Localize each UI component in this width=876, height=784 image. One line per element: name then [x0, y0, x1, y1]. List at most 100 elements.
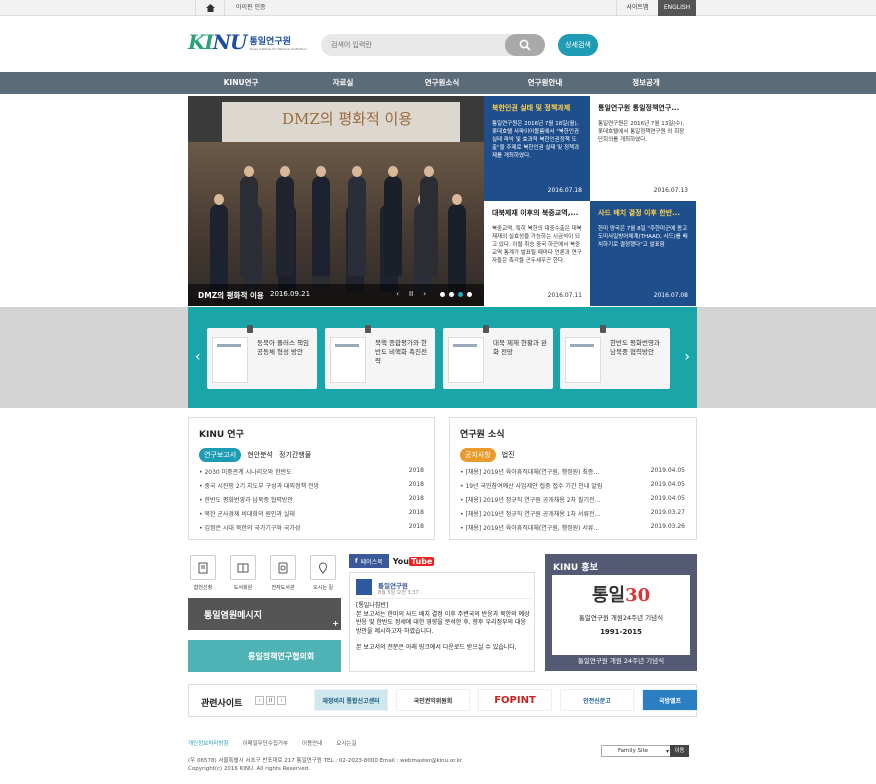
unification-message-banner[interactable]: 통일염원메시지 +: [188, 598, 341, 630]
list-item-date: 2018: [408, 523, 424, 530]
tab-bids[interactable]: 법진: [502, 450, 515, 460]
footer-address: (우 06578) 서울특별시 서초구 반포대로 217 통일연구원 TEL :…: [188, 758, 463, 772]
tab-youtube[interactable]: You Tube: [393, 556, 435, 566]
list-item[interactable]: • [채용] 2019년 정규직 연구원 공개채용 2차 필기전... 2019.…: [460, 495, 685, 509]
carousel-next-icon[interactable]: ›: [684, 349, 690, 365]
tile-title: 사드 배치 결정 이후 한반...: [598, 209, 681, 217]
list-item[interactable]: • [채용] 2019년 육아휴직대체(연구원, 행정원) 최종... 2019.…: [460, 467, 685, 481]
facebook-icon: f: [355, 557, 358, 565]
list-item[interactable]: • 북한 군사경제 비대화의 원인과 실태 2018: [199, 509, 424, 523]
list-item-date: 2019.03.26: [650, 523, 685, 530]
sitemap-link[interactable]: 사이트맵: [616, 0, 658, 16]
family-site-select[interactable]: Family Site: [601, 745, 673, 757]
search-button[interactable]: [505, 34, 545, 56]
english-link[interactable]: ENGLISH: [658, 0, 696, 16]
tab-issue-analysis[interactable]: 현안분석: [247, 450, 273, 460]
nav-library[interactable]: 자료실: [293, 72, 393, 94]
quick-link[interactable]: 도서회원: [228, 555, 258, 591]
publication-card[interactable]: 한반도 평화번영과 남북중 협력방안: [560, 325, 670, 389]
related-site-logo[interactable]: 안전신문고: [560, 689, 634, 711]
news-tile[interactable]: 통일연구원 통일정책연구... 통일연구원은 2016년 7월 13일(수), …: [590, 96, 696, 201]
tab-reports[interactable]: 연구보고서: [199, 448, 242, 462]
related-site-logo[interactable]: 국방엘프: [642, 689, 698, 711]
hero-slider[interactable]: DMZ의 평화적 이용 DMZ의 평화적 이용 2016.09.21 ‹ II …: [188, 96, 484, 306]
quick-link[interactable]: 합천신청: [188, 555, 218, 591]
tab-facebook[interactable]: f 페이스북: [349, 554, 389, 568]
search-input[interactable]: [321, 34, 511, 56]
tab-periodicals[interactable]: 정기간행물: [279, 450, 311, 460]
policy-council-banner[interactable]: 통일정책연구협의회: [188, 640, 341, 672]
footer-link-guide[interactable]: 이용안내: [302, 739, 322, 747]
site-logo[interactable]: KINU 통일연구원 Korea Institute for National …: [188, 30, 307, 54]
nav-about[interactable]: 연구원안내: [495, 72, 595, 94]
footer-link-directions[interactable]: 오시는길: [336, 739, 356, 747]
tile-title: 북한인권 실태 및 정책과제: [492, 104, 571, 112]
list-item[interactable]: • [채용] 2019년 육아휴직대체(연구원, 행정원) 서류... 2019.…: [460, 523, 685, 537]
publication-card[interactable]: 동북아 플러스 책임공동체 형성 방안: [207, 325, 317, 389]
photo-figure: [384, 166, 402, 276]
publication-title: 동북아 플러스 책임공동체 형성 방안: [257, 339, 309, 356]
publication-title: 대북 제재 현황과 완화 전망: [493, 339, 548, 356]
hero-caption-title[interactable]: DMZ의 평화적 이용: [198, 290, 264, 301]
avatar[interactable]: [356, 579, 372, 595]
nav-disclosure[interactable]: 정보공개: [596, 72, 696, 94]
nav-news[interactable]: 연구원소식: [392, 72, 492, 94]
hero-pager-dot[interactable]: [449, 291, 454, 297]
related-site-logo[interactable]: 재정비리 통합신고센터: [314, 689, 388, 711]
hero-pause-button[interactable]: II: [409, 290, 413, 298]
promo-image: 통일30 통일연구원 개원24주년 기념식 1991-2015: [552, 575, 690, 655]
footer-link-privacy[interactable]: 개인정보처리방침: [188, 739, 228, 747]
related-site-logo[interactable]: 국민권익위원회: [396, 689, 470, 711]
related-prev-button[interactable]: ‹: [255, 696, 264, 705]
footer-link-email[interactable]: 이메일무단수집거부: [242, 739, 288, 747]
list-item[interactable]: • [채용] 2019년 정규직 연구원 공개채용 1차 서류전... 2019.…: [460, 509, 685, 523]
list-item-title: • 중국 시진핑 2기 지도부 구성과 대외정책 전망: [199, 483, 320, 490]
list-item-date: 2019.04.05: [650, 481, 685, 488]
hero-prev-button[interactable]: ‹: [396, 290, 399, 298]
hero-pager-dot[interactable]: [467, 291, 472, 297]
list-item[interactable]: • 한반도 평화번영과 남북중 협력방안 2018: [199, 495, 424, 509]
book-cover: [565, 337, 601, 383]
logo-name: 통일연구원: [249, 36, 291, 47]
ipin-login-link[interactable]: 아이핀 인증: [228, 0, 274, 16]
photo-figure: [276, 166, 294, 276]
list-item[interactable]: • 2030 미중관계 시나리오와 한반도 2018: [199, 467, 424, 481]
news-tile[interactable]: 사드 배치 결정 이후 한반... 한미 양국은 7월 8일 "주한미군에 종고…: [590, 201, 696, 306]
list-item-title: • [채용] 2019년 정규직 연구원 공개채용 2차 필기전...: [460, 497, 601, 504]
list-item[interactable]: • 19년 국민참여예산 사업제안 접중 접수 기간 안내 알림 2019.04.…: [460, 481, 685, 495]
publication-card[interactable]: 대북 제재 현황과 완화 전망: [443, 325, 553, 389]
hero-pager-dot[interactable]: [440, 291, 445, 297]
hero-next-button[interactable]: ›: [423, 290, 426, 298]
list-item-title: • [채용] 2019년 육아휴직대체(연구원, 행정원) 최종...: [460, 469, 600, 476]
map-icon: [310, 555, 336, 580]
list-item-title: • [채용] 2019년 정규직 연구원 공개채용 1차 서류전...: [460, 511, 601, 518]
detail-search-button[interactable]: 상세검색: [558, 34, 598, 56]
list-item-date: 2018: [408, 509, 424, 516]
tab-notice[interactable]: 공지사항: [460, 448, 496, 462]
nav-kinu-research[interactable]: KINU연구: [191, 72, 291, 94]
promo-title: KINU 홍보: [553, 563, 598, 573]
news-tile[interactable]: 대북제재 이후의 북중교역,... 북중교역, 특히 북한의 대중수출은 대북제…: [484, 201, 590, 306]
related-next-button[interactable]: ›: [277, 696, 286, 705]
carousel-prev-icon[interactable]: ‹: [195, 349, 201, 365]
hero-photo: [188, 142, 484, 306]
related-site-logo[interactable]: FOPINT: [478, 689, 552, 711]
tile-date: 2016.07.13: [653, 187, 688, 194]
logo-name-en: Korea Institute for National Unification: [249, 46, 307, 51]
family-site-go-button[interactable]: 이동: [670, 745, 689, 757]
related-sites: 관련사이트 ‹ II › 재정비리 통합신고센터 국민권익위원회 FOPINT …: [188, 684, 698, 717]
related-pause-button[interactable]: II: [266, 696, 275, 705]
hero-pager-dot[interactable]: [458, 291, 463, 297]
list-item[interactable]: • 중국 시진핑 2기 지도부 구성과 대외정책 전망 2018: [199, 481, 424, 495]
list-item[interactable]: • 김정은 시대 북한의 국가기구와 국가성 2018: [199, 523, 424, 537]
list-item-date: 2019.03.27: [650, 509, 685, 516]
quick-link[interactable]: 전자도서관: [268, 555, 298, 591]
publication-card[interactable]: 북핵 종합평가와 한반도 비핵화 촉진전략: [325, 325, 435, 389]
quick-link[interactable]: 오시는 길: [308, 555, 338, 591]
home-icon[interactable]: [195, 0, 225, 16]
search-bar: [321, 34, 545, 56]
kinu-promo-box[interactable]: KINU 홍보 통일30 통일연구원 개원24주년 기념식 1991-2015 …: [545, 554, 697, 671]
news-tile[interactable]: 북한인권 실태 및 정책과제 통일연구원은 2016년 7월 18일(월), 롯…: [484, 96, 590, 201]
list-item-title: • 북한 군사경제 비대화의 원인과 실태: [199, 511, 295, 518]
research-list: • 2030 미중관계 시나리오와 한반도 2018 • 중국 시진핑 2기 지도부…: [199, 467, 424, 537]
